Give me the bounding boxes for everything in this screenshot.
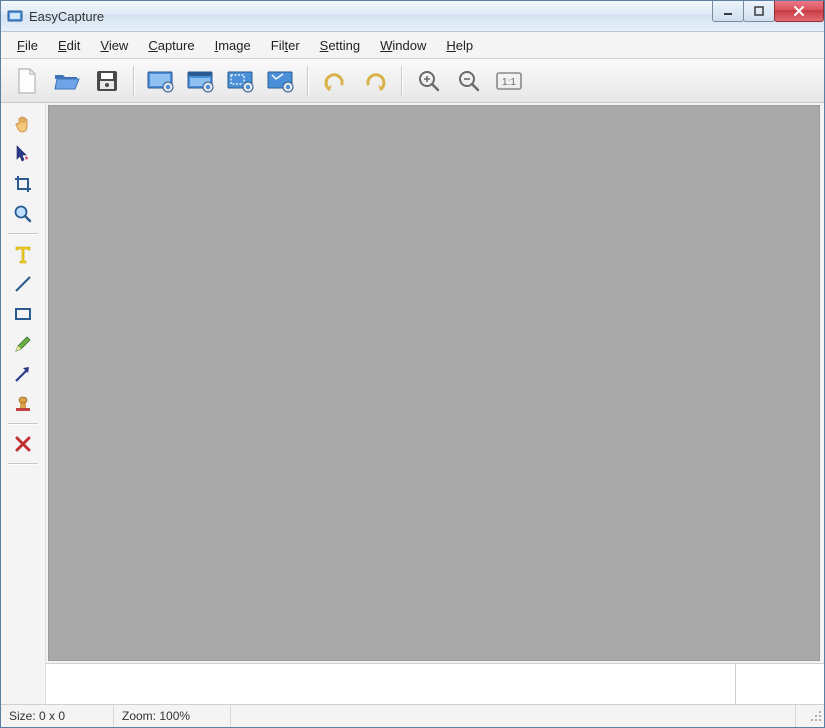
status-size: Size: 0 x 0: [1, 705, 114, 727]
palette-separator: [8, 423, 38, 425]
tool-palette: [1, 103, 46, 704]
pointer-icon: [14, 144, 32, 164]
menu-filter-pre: Fil: [271, 38, 285, 53]
lower-panel: [46, 663, 824, 704]
workspace: [1, 103, 824, 704]
fullscreen-capture-icon: [146, 69, 176, 93]
hand-icon: [13, 114, 33, 134]
open-button[interactable]: [49, 64, 85, 98]
undo-icon: [322, 70, 348, 92]
zoom-in-button[interactable]: [411, 64, 447, 98]
menu-bar: File Edit View Capture Image Filter Sett…: [1, 32, 824, 59]
arrow-icon: [13, 364, 33, 384]
redo-icon: [362, 70, 388, 92]
lower-panel-side: [736, 664, 824, 704]
magnifier-icon: [13, 204, 33, 224]
status-spacer: [231, 705, 796, 727]
menu-capture-rest: apture: [158, 38, 195, 53]
capture-scroll-button[interactable]: [263, 64, 299, 98]
canvas-wrap: [46, 103, 824, 704]
rectangle-tool[interactable]: [6, 299, 40, 329]
toolbar-separator: [133, 66, 135, 96]
arrow-tool[interactable]: [6, 359, 40, 389]
window-title: EasyCapture: [29, 9, 104, 24]
line-tool[interactable]: [6, 269, 40, 299]
save-button[interactable]: [89, 64, 125, 98]
palette-separator: [8, 463, 38, 465]
zoom-actual-button[interactable]: 1:1: [491, 64, 527, 98]
minimize-button[interactable]: [712, 1, 744, 22]
menu-filter[interactable]: Filter: [261, 35, 310, 56]
toolbar-separator: [401, 66, 403, 96]
menu-setting[interactable]: Setting: [310, 35, 370, 56]
text-icon: [14, 244, 32, 264]
crop-tool[interactable]: [6, 169, 40, 199]
menu-image-rest: mage: [218, 38, 251, 53]
pointer-tool[interactable]: [6, 139, 40, 169]
delete-tool[interactable]: [6, 429, 40, 459]
svg-text:1:1: 1:1: [502, 77, 516, 88]
capture-fullscreen-button[interactable]: [143, 64, 179, 98]
menu-image[interactable]: Image: [205, 35, 261, 56]
pencil-icon: [13, 334, 33, 354]
zoom-out-button[interactable]: [451, 64, 487, 98]
window-capture-icon: [186, 69, 216, 93]
pencil-tool[interactable]: [6, 329, 40, 359]
menu-view-rest: iew: [109, 38, 129, 53]
status-bar: Size: 0 x 0 Zoom: 100%: [1, 704, 824, 727]
grip-icon: [810, 710, 822, 722]
menu-help-rest: elp: [456, 38, 473, 53]
save-icon: [94, 69, 120, 93]
stamp-icon: [14, 394, 32, 414]
menu-window[interactable]: Window: [370, 35, 436, 56]
resize-grip[interactable]: [796, 705, 824, 727]
menu-capture[interactable]: Capture: [138, 35, 204, 56]
close-button[interactable]: [774, 1, 824, 22]
menu-setting-rest: etting: [328, 38, 360, 53]
stamp-tool[interactable]: [6, 389, 40, 419]
capture-window-button[interactable]: [183, 64, 219, 98]
redo-button[interactable]: [357, 64, 393, 98]
new-button[interactable]: [9, 64, 45, 98]
lower-panel-main: [46, 664, 736, 704]
hand-tool[interactable]: [6, 109, 40, 139]
app-icon: [7, 8, 23, 24]
zoom-in-icon: [417, 69, 441, 93]
menu-file[interactable]: File: [7, 35, 48, 56]
menu-edit[interactable]: Edit: [48, 35, 90, 56]
canvas-area[interactable]: [48, 105, 820, 661]
app-window: EasyCapture File Edit View Capture Image…: [0, 0, 825, 728]
toolbar-separator: [307, 66, 309, 96]
folder-open-icon: [53, 69, 81, 93]
menu-file-rest: ile: [25, 38, 38, 53]
status-zoom: Zoom: 100%: [114, 705, 231, 727]
delete-icon: [15, 436, 31, 452]
title-bar: EasyCapture: [1, 1, 824, 32]
undo-button[interactable]: [317, 64, 353, 98]
maximize-button[interactable]: [743, 1, 775, 22]
menu-window-rest: indow: [392, 38, 426, 53]
zoom-tool[interactable]: [6, 199, 40, 229]
crop-icon: [13, 174, 33, 194]
window-controls: [713, 1, 824, 21]
text-tool[interactable]: [6, 239, 40, 269]
zoom-out-icon: [457, 69, 481, 93]
palette-separator: [8, 233, 38, 235]
region-capture-icon: [226, 69, 256, 93]
main-toolbar: 1:1: [1, 59, 824, 103]
new-file-icon: [14, 67, 40, 95]
scroll-capture-icon: [266, 69, 296, 93]
menu-filter-rest: er: [288, 38, 300, 53]
rectangle-icon: [13, 305, 33, 323]
capture-region-button[interactable]: [223, 64, 259, 98]
one-to-one-icon: 1:1: [495, 70, 523, 92]
menu-view[interactable]: View: [90, 35, 138, 56]
line-icon: [13, 274, 33, 294]
menu-help[interactable]: Help: [436, 35, 483, 56]
menu-edit-rest: dit: [67, 38, 81, 53]
